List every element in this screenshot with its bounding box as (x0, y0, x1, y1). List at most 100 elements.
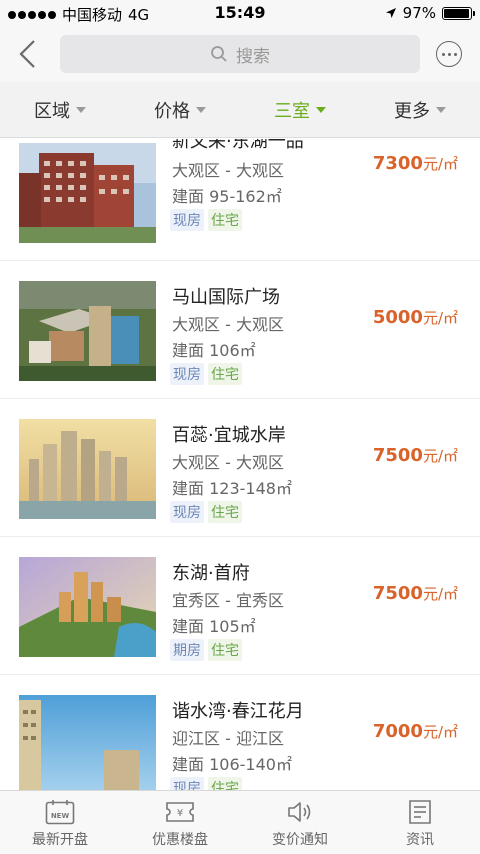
search-placeholder: 搜索 (236, 46, 270, 67)
tab-label: 变价通知 (272, 832, 328, 848)
tab-discount-properties[interactable]: ¥ 优惠楼盘 (120, 791, 240, 854)
property-tags: 现房 住宅 (170, 209, 242, 231)
property-district: 大观区 - 大观区 (172, 315, 284, 334)
price-unit: 元/㎡ (422, 309, 458, 327)
price-unit: 元/㎡ (422, 447, 458, 465)
filter-label: 三室 (274, 100, 310, 122)
property-name: 东湖·首府 (172, 563, 250, 584)
property-photo (19, 557, 156, 657)
type-tag: 住宅 (208, 363, 242, 385)
filter-price[interactable]: 价格 (120, 82, 240, 137)
property-price: 7000元/㎡ (373, 721, 458, 742)
property-name: 谐水湾·春江花月 (172, 701, 304, 722)
property-photo (19, 419, 156, 519)
property-price: 5000元/㎡ (373, 307, 458, 328)
new-badge: NEW (51, 812, 70, 820)
list-item[interactable]: 谐水湾·春江花月 迎江区 - 迎江区 建面 106-140㎡ 现房 住宅 700… (0, 675, 480, 790)
filter-region[interactable]: 区域 (0, 82, 120, 137)
search-icon (211, 46, 227, 62)
price-unit: 元/㎡ (422, 155, 458, 173)
tab-label: 优惠楼盘 (152, 832, 208, 848)
status-tag: 现房 (170, 501, 204, 523)
more-options-button[interactable] (436, 41, 462, 67)
filter-label: 更多 (394, 100, 430, 122)
price-value: 5000 (372, 307, 423, 328)
tab-label: 最新开盘 (32, 832, 88, 848)
property-area: 建面 105㎡ (172, 617, 256, 636)
property-tags: 现房 住宅 (170, 363, 242, 385)
price-unit: 元/㎡ (422, 585, 458, 603)
dot-icon (447, 52, 451, 56)
type-tag: 住宅 (208, 209, 242, 231)
property-district: 迎江区 - 迎江区 (172, 729, 284, 748)
price-unit: 元/㎡ (422, 723, 458, 741)
type-tag: 住宅 (208, 639, 242, 661)
filter-rooms[interactable]: 三室 (240, 82, 360, 137)
property-price: 7300元/㎡ (373, 153, 458, 174)
tab-new-openings[interactable]: NEW 最新开盘 (0, 791, 120, 854)
price-value: 7500 (372, 583, 423, 604)
filter-label: 价格 (154, 100, 190, 122)
property-tags: 现房 住宅 (170, 501, 242, 523)
property-photo (19, 143, 156, 243)
status-right: 97% (385, 4, 475, 22)
property-name: 新文采·东湖一品 (172, 139, 304, 152)
filter-more[interactable]: 更多 (360, 82, 480, 137)
property-area: 建面 106㎡ (172, 341, 256, 360)
tab-news[interactable]: 资讯 (360, 791, 480, 854)
news-icon (409, 800, 431, 824)
caret-down-icon (196, 106, 206, 113)
type-tag: 住宅 (208, 501, 242, 523)
property-area: 建面 106-140㎡ (172, 755, 292, 774)
property-price: 7500元/㎡ (373, 445, 458, 466)
property-photo (19, 281, 156, 381)
property-tags: 期房 住宅 (170, 639, 242, 661)
filter-label: 区域 (34, 100, 70, 122)
status-tag: 期房 (170, 639, 204, 661)
location-arrow-icon (385, 8, 396, 18)
property-price: 7500元/㎡ (373, 583, 458, 604)
caret-down-icon (436, 106, 446, 113)
status-tag: 现房 (170, 209, 204, 231)
price-value: 7000 (372, 721, 423, 742)
property-district: 大观区 - 大观区 (172, 453, 284, 472)
speaker-icon (288, 802, 311, 822)
battery-percent: 97% (402, 4, 436, 22)
property-name: 马山国际广场 (172, 287, 280, 308)
caret-down-icon (316, 106, 326, 113)
list-item[interactable]: 百蕊·宜城水岸 大观区 - 大观区 建面 123-148㎡ 现房 住宅 7500… (0, 399, 480, 537)
property-area: 建面 95-162㎡ (172, 187, 282, 206)
list-item[interactable]: 东湖·首府 宜秀区 - 宜秀区 建面 105㎡ 期房 住宅 7500元/㎡ (0, 537, 480, 675)
property-area: 建面 123-148㎡ (172, 479, 292, 498)
property-photo (19, 695, 156, 790)
list-item[interactable]: 马山国际广场 大观区 - 大观区 建面 106㎡ 现房 住宅 5000元/㎡ (0, 261, 480, 399)
price-value: 7500 (372, 445, 423, 466)
dot-icon (453, 52, 457, 56)
dot-icon (441, 52, 445, 56)
filter-bar: 区域 价格 三室 更多 (0, 82, 480, 138)
new-icon: NEW (45, 800, 75, 825)
ticket-icon: ¥ (166, 802, 194, 822)
yuan-badge: ¥ (177, 808, 183, 819)
chevron-left-icon (19, 40, 35, 68)
tab-label: 资讯 (406, 832, 434, 848)
battery-icon (442, 6, 475, 20)
property-district: 大观区 - 大观区 (172, 161, 284, 180)
status-tag: 现房 (170, 777, 204, 790)
caret-down-icon (76, 106, 86, 113)
search-input[interactable]: 搜索 (60, 35, 420, 73)
type-tag: 住宅 (208, 777, 242, 790)
bottom-tab-bar: NEW 最新开盘 ¥ 优惠楼盘 变价通知 资讯 (0, 790, 480, 854)
list-item[interactable]: 新文采·东湖一品 大观区 - 大观区 建面 95-162㎡ 现房 住宅 7300… (0, 139, 480, 261)
price-value: 7300 (372, 153, 423, 174)
battery-level (444, 8, 470, 18)
status-tag: 现房 (170, 363, 204, 385)
property-tags: 现房 住宅 (170, 777, 242, 790)
tab-price-change-alerts[interactable]: 变价通知 (240, 791, 360, 854)
status-bar: 中国移动 4G 15:49 97% (0, 0, 480, 26)
property-name: 百蕊·宜城水岸 (172, 425, 286, 446)
navigation-header: 搜索 (0, 26, 480, 82)
listing-list[interactable]: 新文采·东湖一品 大观区 - 大观区 建面 95-162㎡ 现房 住宅 7300… (0, 139, 480, 790)
property-district: 宜秀区 - 宜秀区 (172, 591, 284, 610)
back-button[interactable] (14, 38, 42, 70)
